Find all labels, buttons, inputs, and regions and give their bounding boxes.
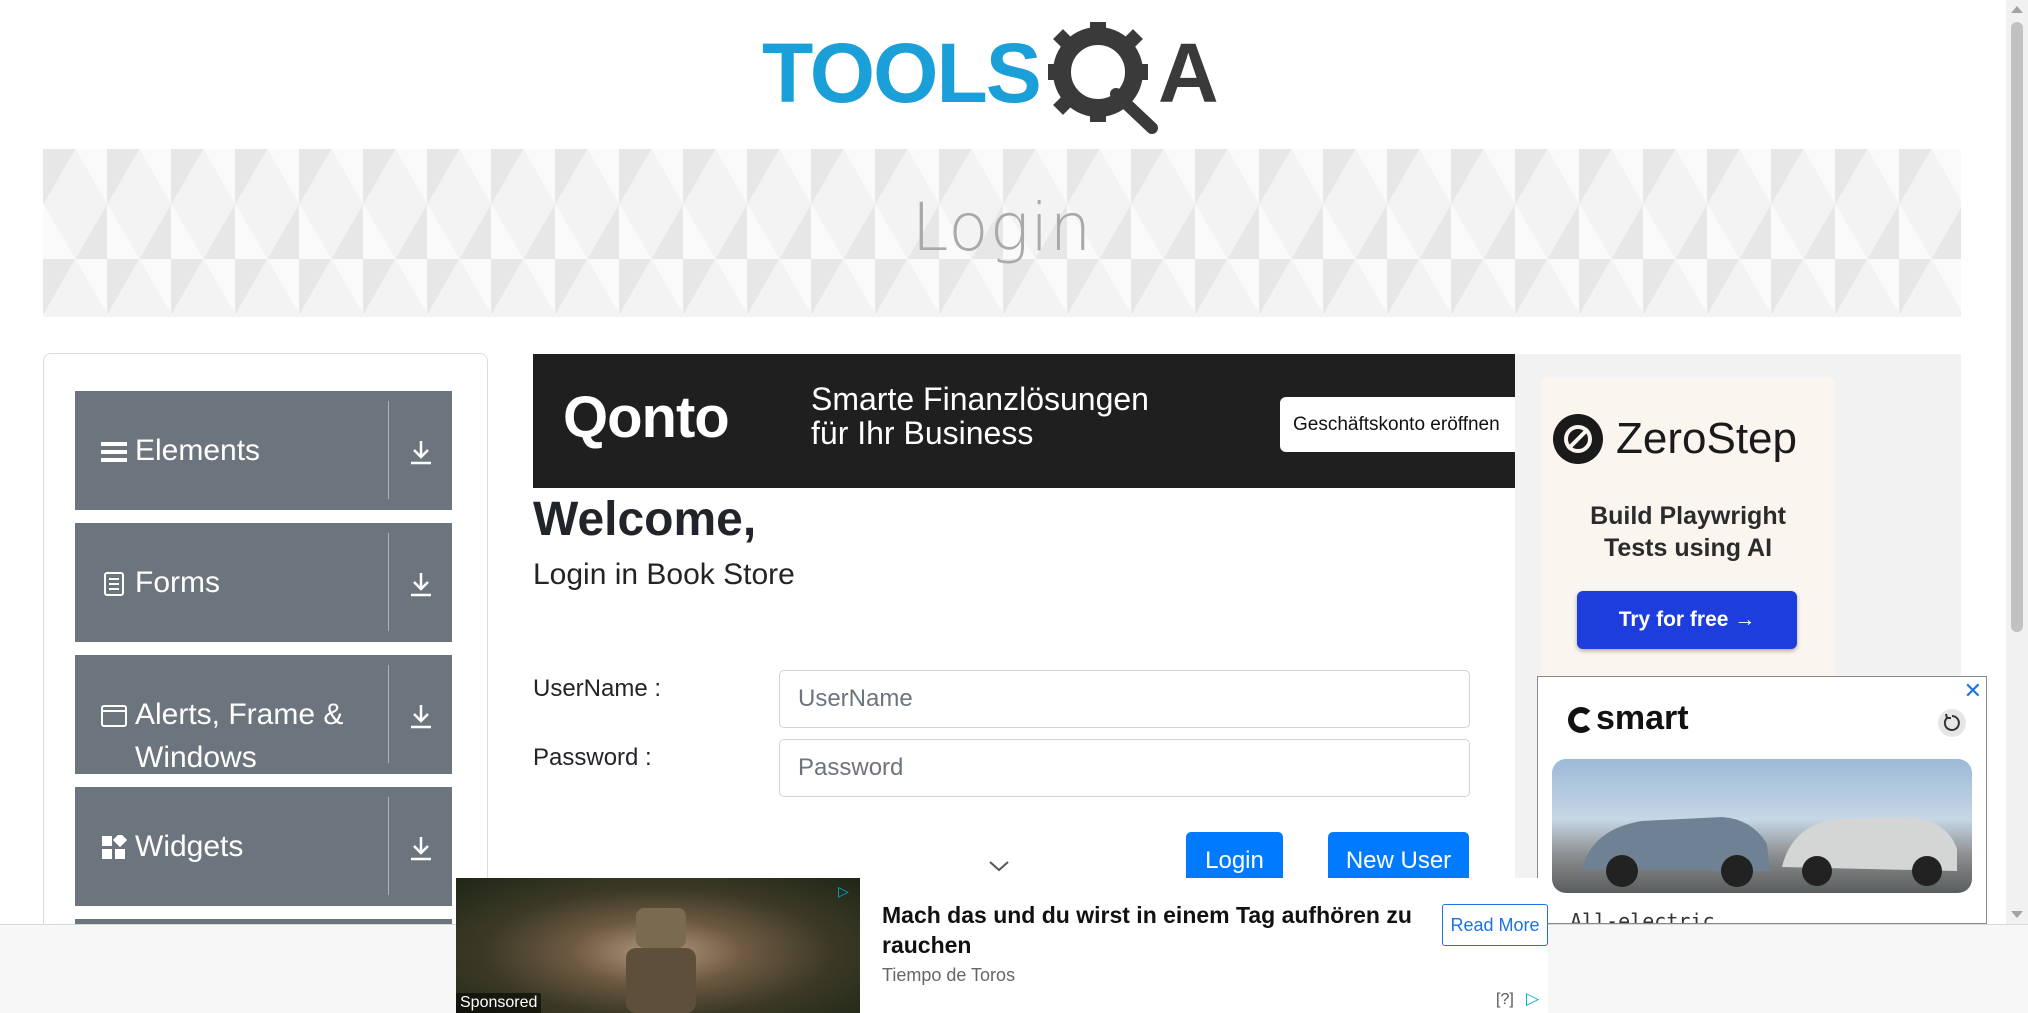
replay-icon[interactable]: [1938, 709, 1966, 737]
smart-logo-icon: [1568, 707, 1594, 733]
widgets-icon: [102, 835, 127, 859]
download-icon: [411, 705, 431, 729]
logo-tools-text: TOOLS: [762, 26, 1040, 120]
zerostep-headline-line2: Tests using AI: [1603, 534, 1773, 562]
sidebar-group-elements[interactable]: Elements: [75, 391, 452, 510]
sidebar-divider: [388, 533, 389, 631]
smart-ad[interactable]: ✕ smart All-electric: [1537, 676, 1987, 924]
sidebar-divider: [388, 797, 389, 895]
chevron-down-icon[interactable]: [988, 859, 1010, 873]
ad-headline[interactable]: Mach das und du wirst in einem Tag aufhö…: [882, 900, 1422, 960]
sidebar-group-alerts[interactable]: Alerts, Frame & Windows: [75, 655, 452, 774]
sidebar-group-label: Forms: [135, 566, 220, 599]
zerostep-headline-line1: Build Playwright: [1590, 502, 1786, 530]
logo-a-text: A: [1158, 26, 1219, 120]
qonto-ad[interactable]: Qonto Smarte Finanzlösungen für Ihr Busi…: [533, 354, 1515, 488]
qonto-tagline-line1: Smarte Finanzlösungen: [811, 381, 1149, 417]
left-sidebar: Elements Forms Alerts, Frame & Windows W…: [43, 353, 488, 953]
gear-icon: [1048, 22, 1158, 134]
ad-help-link[interactable]: [?]: [1496, 991, 1514, 1009]
adchoices-small-icon[interactable]: ▷: [1526, 989, 1539, 1009]
zerostep-logo-icon: [1553, 414, 1603, 464]
ad-image: Sponsored: [456, 878, 860, 1013]
page-header-banner: Login: [43, 149, 1961, 317]
sponsored-label: Sponsored: [456, 993, 542, 1013]
scroll-up-icon[interactable]: [2011, 6, 2023, 13]
scroll-down-icon[interactable]: [2011, 911, 2023, 918]
sidebar-group-forms[interactable]: Forms: [75, 523, 452, 642]
password-label: Password :: [533, 744, 652, 771]
zerostep-ad[interactable]: ZeroStep Build Playwright Tests using AI…: [1541, 378, 1835, 678]
window-icon: [101, 705, 127, 727]
welcome-heading: Welcome,: [533, 493, 757, 546]
zerostep-headline: Build Playwright Tests using AI: [1541, 500, 1835, 564]
download-icon: [411, 573, 431, 597]
smart-bottom-text: All-electric: [1570, 909, 1715, 924]
username-input[interactable]: [779, 670, 1470, 728]
document-icon: [104, 572, 124, 596]
ad-source: Tiempo de Toros: [882, 965, 1016, 985]
scrollbar-thumb[interactable]: [2011, 22, 2023, 632]
try-for-free-button[interactable]: Try for free →: [1577, 591, 1797, 649]
qonto-cta-button[interactable]: Geschäftskonto eröffnen: [1280, 397, 1515, 452]
page-title: Login: [911, 189, 1093, 266]
username-label: UserName :: [533, 675, 662, 702]
sidebar-group-label: Alerts, Frame & Windows: [135, 698, 344, 774]
adchoices-icon[interactable]: ▷: [838, 884, 849, 900]
download-icon: [411, 837, 431, 861]
car-photo: [1552, 759, 1972, 893]
login-subtitle: Login in Book Store: [533, 558, 795, 591]
read-more-button[interactable]: Read More: [1442, 904, 1548, 946]
page: TOOLS A Login Elements Forms Alerts, Fra…: [0, 0, 2028, 1013]
close-icon[interactable]: ✕: [1964, 679, 1982, 704]
download-icon: [411, 441, 431, 465]
smart-brand: smart: [1596, 699, 1689, 737]
hamburger-icon: [101, 442, 127, 462]
password-input[interactable]: [779, 739, 1470, 797]
sidebar-group-label: Widgets: [135, 830, 244, 863]
sidebar-divider: [388, 401, 389, 499]
qonto-brand: Qonto: [563, 385, 730, 450]
zerostep-name: ZeroStep: [1616, 414, 1797, 463]
qonto-tagline-line2: für Ihr Business: [811, 415, 1034, 451]
sidebar-group-label: Elements: [135, 434, 261, 467]
sidebar-divider: [388, 665, 389, 763]
qonto-tagline: Smarte Finanzlösungen für Ihr Business: [811, 382, 1149, 450]
sidebar-group-widgets[interactable]: Widgets: [75, 787, 452, 906]
vertical-scrollbar[interactable]: [2006, 0, 2028, 924]
bottom-sponsored-ad[interactable]: Sponsored ▷ Mach das und du wirst in ein…: [456, 878, 1548, 1013]
toolsqa-logo[interactable]: TOOLS A: [760, 20, 1250, 138]
